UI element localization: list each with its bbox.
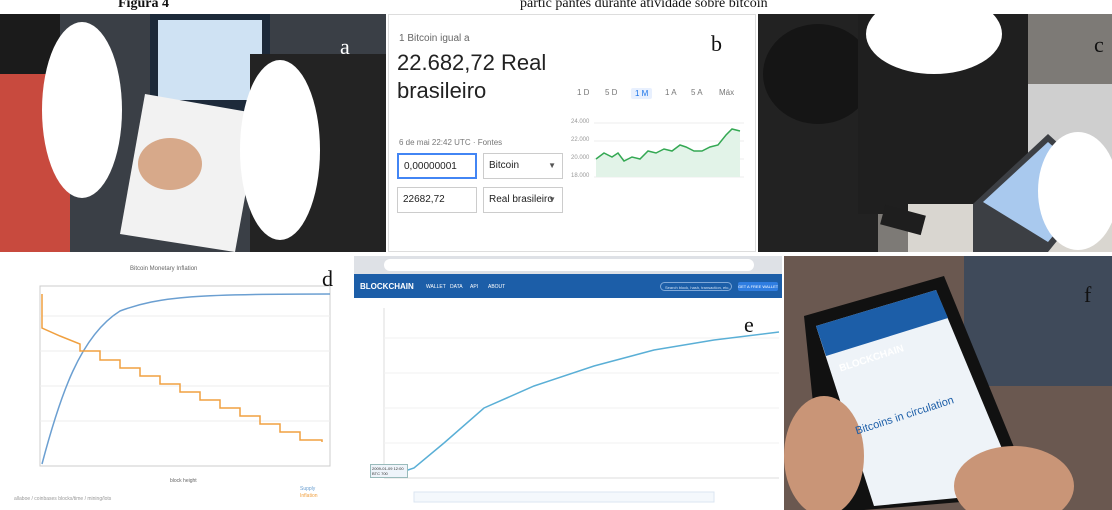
nav-api[interactable]: API <box>470 284 478 290</box>
photo-panel-c: c <box>758 14 1112 252</box>
panel-label-a: a <box>340 34 350 59</box>
y-tick: 18.000 <box>571 173 590 179</box>
y-tick: 24.000 <box>571 119 590 125</box>
range-5a[interactable]: 5 A <box>691 88 703 97</box>
panel-label-c: c <box>1094 32 1104 57</box>
screenshot-panel-e: BLOCKCHAIN WALLET DATA API ABOUT Search … <box>354 256 782 510</box>
legend-inflation: Inflation <box>300 493 318 499</box>
range-5d[interactable]: 5 D <box>605 88 617 97</box>
supply-chart <box>383 308 780 503</box>
caption-right: partic pantes durante atividade sobre bi… <box>520 0 768 11</box>
caption-left: Figura 4 <box>118 0 169 11</box>
photo-panel-f: BLOCKCHAIN Bitcoins in circulation f <box>784 256 1112 510</box>
face-mask <box>42 22 122 198</box>
amount-input-to[interactable]: 22682,72 <box>397 187 477 213</box>
nav-data[interactable]: DATA <box>450 284 463 290</box>
panel-label-b: b <box>711 31 722 56</box>
tooltip: 2009-01-09 12:00 BTC 700 <box>370 464 408 478</box>
chevron-down-icon: ▼ <box>548 161 556 170</box>
search-input[interactable]: Search block, hash, transaction, etc... <box>660 282 732 291</box>
currency-select-from[interactable]: Bitcoin ▼ <box>483 153 563 179</box>
nav-wallet[interactable]: WALLET <box>426 284 446 290</box>
nav-about[interactable]: ABOUT <box>488 284 505 290</box>
legend-supply: Supply <box>300 486 316 492</box>
get-wallet-button[interactable]: GET A FREE WALLET <box>738 282 778 291</box>
address-bar[interactable] <box>384 259 754 271</box>
range-1m[interactable]: 1 M <box>631 88 653 99</box>
inflation-plot <box>39 285 331 467</box>
currency-select-to[interactable]: Real brasileiro ▼ <box>483 187 563 213</box>
panel-label-e: e <box>744 312 754 337</box>
face-mask <box>1038 132 1112 250</box>
photo-panel-a: a <box>0 14 386 252</box>
equals-label: 1 Bitcoin igual a <box>399 33 470 44</box>
photo-f-scene <box>784 256 1112 510</box>
site-logo[interactable]: BLOCKCHAIN <box>360 282 414 291</box>
chart-source: allaboe / coinbases blocks/time / mining… <box>14 496 112 502</box>
amount-input-from[interactable]: 0,00000001 <box>397 153 477 179</box>
face-mask <box>240 60 320 240</box>
range-1d[interactable]: 1 D <box>577 88 589 97</box>
converter-panel-b: 1 Bitcoin igual a 22.682,72 Real brasile… <box>388 14 756 252</box>
range-max[interactable]: Máx <box>719 88 734 97</box>
figure-caption: Figura 4 partic pantes durante atividade… <box>0 0 1112 14</box>
chart-panel-d: Bitcoin Monetary Inflation block height … <box>0 256 352 510</box>
x-axis-label: block height <box>170 478 197 484</box>
range-1a[interactable]: 1 A <box>665 88 677 97</box>
panel-label-f: f <box>1084 282 1092 307</box>
price-sparkline <box>594 122 744 178</box>
converted-amount: 22.682,72 Real brasileiro <box>397 50 547 103</box>
panel-label-d: d <box>322 266 333 291</box>
y-tick: 22.000 <box>571 137 590 143</box>
chevron-down-icon: ▼ <box>548 195 556 204</box>
date-source: 6 de mai 22:42 UTC · Fontes <box>399 138 503 147</box>
y-tick: 20.000 <box>571 155 590 161</box>
